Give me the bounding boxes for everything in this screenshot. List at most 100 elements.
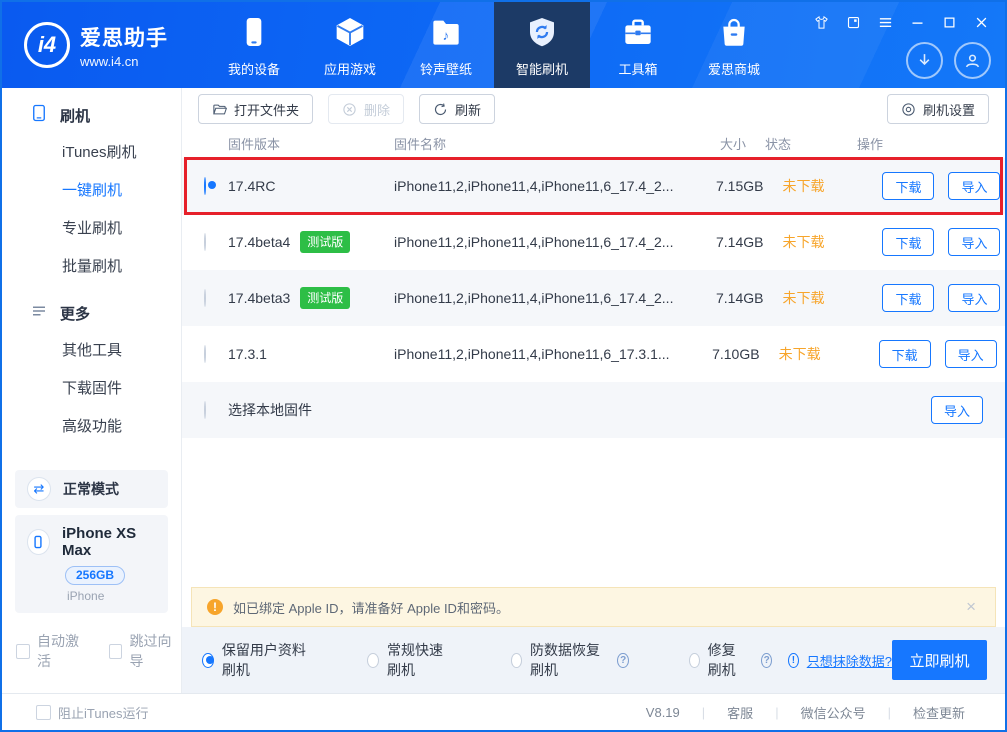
row-action-button[interactable]: 导入: [931, 396, 983, 424]
sidebar-group-label: 更多: [60, 303, 90, 324]
footer-link[interactable]: 检查更新: [891, 703, 987, 722]
maximize-icon[interactable]: [942, 15, 957, 30]
menu-icon[interactable]: [878, 15, 893, 30]
toolbox-icon: [622, 16, 654, 51]
pin-window-icon[interactable]: [846, 15, 861, 30]
cube-icon: [334, 16, 366, 51]
sidebar-item[interactable]: 批量刷机: [2, 248, 181, 286]
help-icon[interactable]: ?: [617, 653, 628, 668]
firmware-row[interactable]: 17.4beta4测试版iPhone11,2,iPhone11,4,iPhone…: [182, 214, 1005, 270]
sidebar-item[interactable]: 其他工具: [2, 332, 181, 370]
nav-tab-2[interactable]: 应用游戏: [302, 2, 398, 88]
firmware-size: 7.15GB: [673, 178, 763, 194]
row-action-button[interactable]: 导入: [948, 284, 1000, 312]
sidebar-item[interactable]: 下载固件: [2, 370, 181, 408]
firmware-row[interactable]: 17.3.1iPhone11,2,iPhone11,4,iPhone11,6_1…: [182, 326, 1005, 382]
sidebar-group-label: 刷机: [60, 105, 90, 126]
firmware-version: 17.4beta4: [228, 234, 290, 250]
empty-area: [182, 438, 1005, 587]
normal-mode-icon: ⇄: [27, 477, 51, 501]
theme-shirt-icon[interactable]: [814, 15, 829, 30]
sidebar-item[interactable]: 一键刷机: [2, 172, 181, 210]
info-icon[interactable]: !: [788, 653, 799, 668]
row-radio[interactable]: [204, 177, 206, 195]
nav-tab-3[interactable]: ♪ 铃声壁纸: [398, 2, 494, 88]
shopping-bag-icon: [718, 16, 750, 51]
footer-link[interactable]: 微信公众号: [779, 703, 888, 722]
firmware-name: iPhone11,2,iPhone11,4,iPhone11,6_17.4_2.…: [394, 290, 673, 306]
firmware-size: 7.14GB: [673, 290, 763, 306]
more-lines-icon: [30, 302, 48, 324]
row-action-button[interactable]: 下载: [879, 340, 931, 368]
footer-link[interactable]: 客服: [705, 703, 775, 722]
notice-text: 如已绑定 Apple ID，请准备好 Apple ID和密码。: [233, 598, 509, 617]
row-action-button[interactable]: 下载: [882, 228, 934, 256]
radio-label: 防数据恢复刷机: [530, 640, 601, 680]
col-status: 状态: [746, 134, 833, 153]
device-capacity-badge: 256GB: [65, 566, 125, 585]
flash-mode-radio[interactable]: 修复刷机?!: [689, 640, 799, 680]
firmware-row[interactable]: 17.4RCiPhone11,2,iPhone11,4,iPhone11,6_1…: [182, 158, 1005, 214]
checkbox-icon: [36, 705, 51, 720]
nav-tab-1[interactable]: 我的设备: [206, 2, 302, 88]
sidebar-checkbox[interactable]: 自动激活: [16, 631, 89, 671]
minimize-icon[interactable]: [910, 15, 925, 30]
flash-mode-radio[interactable]: 常规快速刷机: [367, 640, 450, 680]
sidebar-item[interactable]: 高级功能: [2, 408, 181, 446]
erase-data-link[interactable]: 只想抹除数据?: [807, 651, 892, 670]
firmware-status: 未下载: [763, 288, 850, 308]
row-action-button[interactable]: 导入: [948, 172, 1000, 200]
sidebar-item[interactable]: 专业刷机: [2, 210, 181, 248]
firmware-version: 17.4RC: [228, 178, 275, 194]
device-name: iPhone XS Max: [62, 525, 156, 559]
firmware-version: 选择本地固件: [228, 400, 312, 420]
device-card[interactable]: iPhone XS Max 256GB iPhone: [15, 515, 168, 613]
help-icon[interactable]: ?: [761, 653, 772, 668]
mode-card[interactable]: ⇄ 正常模式: [15, 470, 168, 508]
flash-mode-radio[interactable]: 防数据恢复刷机?: [511, 640, 629, 680]
app-url: www.i4.cn: [80, 54, 168, 69]
table-header: 固件版本 固件名称 大小 状态 操作: [182, 128, 1005, 158]
open-folder-icon: [212, 102, 227, 117]
row-action-button[interactable]: 导入: [948, 228, 1000, 256]
notice-close-icon[interactable]: ×: [966, 597, 980, 617]
app-window: i4 爱思助手 www.i4.cn 我的设备应用游戏♪铃声壁纸智能刷机工具箱爱思…: [0, 0, 1007, 732]
beta-badge: 测试版: [300, 287, 350, 309]
col-version: 固件版本: [228, 134, 394, 153]
nav-tab-label: 铃声壁纸: [420, 59, 472, 78]
open-folder-button[interactable]: 打开文件夹: [198, 94, 313, 124]
row-radio[interactable]: [204, 345, 206, 363]
nav-tab-label: 工具箱: [618, 59, 657, 78]
row-radio[interactable]: [204, 289, 206, 307]
nav-tab-4[interactable]: 智能刷机: [494, 2, 590, 88]
refresh-button[interactable]: 刷新: [419, 94, 495, 124]
firmware-version: 17.3.1: [228, 346, 267, 362]
checkbox-label: 自动激活: [37, 631, 89, 671]
flash-settings-button[interactable]: 刷机设置: [887, 94, 989, 124]
main-panel: 打开文件夹 删除 刷新 刷机设置 固件版本 固件名称: [182, 88, 1005, 693]
row-action-button[interactable]: 下载: [882, 284, 934, 312]
block-itunes-checkbox[interactable]: 阻止iTunes运行: [36, 703, 149, 722]
flash-mode-radio[interactable]: 保留用户资料刷机: [202, 640, 307, 680]
nav-tab-label: 爱思商城: [708, 59, 760, 78]
sidebar-group-header[interactable]: 更多: [2, 286, 181, 332]
flash-now-button[interactable]: 立即刷机: [892, 640, 987, 680]
nav-tab-5[interactable]: 工具箱: [590, 2, 686, 88]
row-action-button[interactable]: 下载: [882, 172, 934, 200]
sidebar-checkbox[interactable]: 跳过向导: [109, 631, 182, 671]
row-radio[interactable]: [204, 401, 206, 419]
svg-text:♪: ♪: [443, 28, 450, 43]
firmware-status: 未下载: [763, 232, 850, 252]
download-circle-icon[interactable]: [906, 42, 943, 79]
sidebar-item[interactable]: iTunes刷机: [2, 134, 181, 172]
beta-badge: 测试版: [300, 231, 350, 253]
row-radio[interactable]: [204, 233, 206, 251]
user-circle-icon[interactable]: [954, 42, 991, 79]
col-actions: 操作: [833, 134, 983, 153]
close-icon[interactable]: [974, 15, 989, 30]
firmware-row[interactable]: 选择本地固件 导入: [182, 382, 1005, 438]
sidebar-group-header[interactable]: 刷机: [2, 88, 181, 134]
nav-tab-6[interactable]: 爱思商城: [686, 2, 782, 88]
firmware-row[interactable]: 17.4beta3测试版iPhone11,2,iPhone11,4,iPhone…: [182, 270, 1005, 326]
row-action-button[interactable]: 导入: [945, 340, 997, 368]
